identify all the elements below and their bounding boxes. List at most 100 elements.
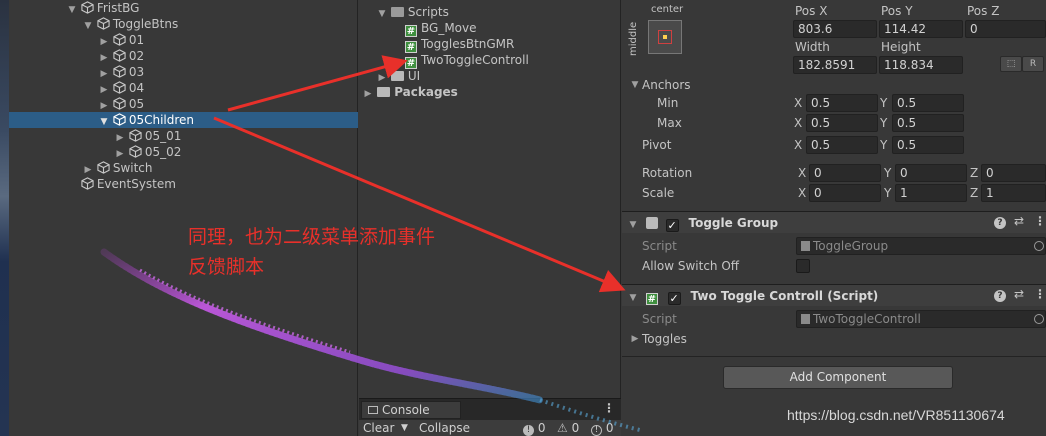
rotation-x-field[interactable]: 0 [809,164,881,182]
add-component-button[interactable]: Add Component [723,366,953,389]
scale-x-field[interactable]: 0 [809,184,881,202]
script-field[interactable]: TwoToggleControll [796,310,1046,328]
component-enabled-checkbox[interactable]: ✓ [667,292,681,305]
presets-icon[interactable]: ⇄ [1014,214,1024,228]
anchor-max-x-label: X [794,116,803,130]
csharp-script-icon: # [645,293,658,305]
rotation-y-field[interactable]: 0 [895,164,967,182]
rotation-z-field[interactable]: 0 [981,164,1046,182]
toggle-group-header[interactable]: ▼ ✓ Toggle Group [622,211,1046,233]
foldout-open-icon[interactable]: ▼ [377,6,387,22]
pivot-x-field[interactable]: 0.5 [806,136,878,154]
file-twotogglecontroll[interactable]: # TwoToggleControll [405,52,529,69]
pos-x-field[interactable]: 803.6 [793,20,877,38]
raw-edit-button[interactable]: R [1022,56,1044,72]
pivot-label: Pivot [642,138,672,152]
hierarchy-item-fristbg[interactable]: ▼ FristBG [9,0,358,16]
warning-toggle[interactable]: ⚠ 0 [557,421,579,436]
pivot-y-field[interactable]: 0.5 [892,136,964,154]
hierarchy-item-eventsystem[interactable]: EventSystem [9,176,358,192]
gameobject-icon [81,177,94,190]
file-togglesbtngmr[interactable]: # TogglesBtnGMR [405,36,514,53]
annotation-line-1: 同理，也为二级菜单添加事件 [188,226,436,248]
info-toggle[interactable]: ! 0 [523,421,545,436]
hierarchy-item-label: EventSystem [96,177,176,191]
hierarchy-panel: ▼ FristBG ▼ ToggleBtns ▶ 01 ▶ 02 ▶ 03 ▶ … [9,0,358,436]
width-field[interactable]: 182.8591 [793,56,877,74]
anchor-max-x-field[interactable]: 0.5 [806,114,878,132]
more-options-icon[interactable]: ⋮ [1034,287,1046,301]
height-field[interactable]: 118.834 [879,56,963,74]
height-label: Height [881,40,921,54]
hierarchy-item-05[interactable]: ▶ 05 [9,96,358,112]
clear-button[interactable]: Clear [363,421,394,436]
anchor-presets-button[interactable] [648,20,682,54]
script-field[interactable]: ToggleGroup [796,237,1046,255]
component-enabled-checkbox[interactable]: ✓ [665,219,679,232]
anchor-max-label: Max [657,116,682,130]
folder-icon [390,71,404,81]
pos-y-field[interactable]: 114.42 [879,20,963,38]
foldout-closed-icon[interactable]: ▶ [363,86,373,102]
object-picker-icon[interactable] [1034,241,1044,251]
console-icon [368,406,378,414]
anchor-max-y-label: Y [880,116,888,130]
folder-ui[interactable]: ▶ UI [377,68,421,84]
hierarchy-item-05-02[interactable]: ▶ 05_02 [9,144,358,160]
hierarchy-item-togglebtns[interactable]: ▼ ToggleBtns [9,16,358,32]
hierarchy-item-05children[interactable]: ▼ 05Children [9,112,358,128]
file-bg-move[interactable]: # BG_Move [405,20,477,37]
tab-console[interactable]: Console [361,401,461,419]
scale-y-field[interactable]: 1 [895,184,967,202]
more-options-icon[interactable]: ⋮ [1034,214,1046,228]
foldout-open-icon[interactable]: ▼ [628,287,638,309]
foldout-open-icon[interactable]: ▼ [628,214,638,236]
script-asset-icon [801,314,810,324]
script-field-value: ToggleGroup [813,239,889,253]
width-label: Width [795,40,830,54]
collapse-button[interactable]: Collapse [419,421,470,436]
foldout-open-icon[interactable]: ▼ [630,80,640,90]
help-icon[interactable]: ? [994,290,1006,302]
project-panel: ▼ Scripts # BG_Move # TogglesBtnGMR # TwoTo… [359,0,621,398]
hierarchy-item-label: FristBG [96,1,140,15]
gameobject-icon [113,113,126,126]
two-toggle-controll-header[interactable]: ▼ # ✓ Two Toggle Controll (Script) [622,284,1046,306]
clear-dropdown-icon[interactable]: ▼ [401,421,408,436]
hierarchy-item-label: 05 [128,97,145,111]
allow-switch-off-checkbox[interactable]: ✓ [796,259,810,273]
hierarchy-item-label: Switch [112,161,153,175]
more-options-icon[interactable]: ⋮ [603,401,615,415]
allow-switch-off-label: Allow Switch Off [642,259,740,273]
anchor-preset-v-label: middle [628,21,639,56]
error-toggle[interactable]: ! 0 [591,421,613,436]
presets-icon[interactable]: ⇄ [1014,287,1024,301]
console-panel: Console ⋮ Clear ▼ Collapse ! 0 ⚠ 0 ! 0 [359,398,621,436]
gameobject-icon [129,145,142,158]
blueprint-mode-button[interactable]: ⬚ [1000,56,1022,72]
folder-scripts[interactable]: ▼ Scripts [377,4,449,20]
anchor-min-x-field[interactable]: 0.5 [806,94,878,112]
hierarchy-item-label: 03 [128,65,145,79]
hierarchy-item-02[interactable]: ▶ 02 [9,48,358,64]
scale-z-label: Z [970,186,979,200]
object-picker-icon[interactable] [1034,314,1044,324]
rotation-y-label: Y [884,166,892,180]
annotation-text: 同理，也为二级菜单添加事件 反馈脚本 [188,222,435,282]
anchor-max-y-field[interactable]: 0.5 [892,114,964,132]
pivot-x-label: X [794,138,803,152]
scale-x-label: X [798,186,807,200]
scale-z-field[interactable]: 1 [981,184,1046,202]
help-icon[interactable]: ? [994,217,1006,229]
hierarchy-item-01[interactable]: ▶ 01 [9,32,358,48]
hierarchy-item-05-01[interactable]: ▶ 05_01 [9,128,358,144]
pos-z-field[interactable]: 0 [965,20,1046,38]
pos-x-label: Pos X [795,4,828,18]
pivot-y-label: Y [880,138,888,152]
hierarchy-item-switch[interactable]: ▶ Switch [9,160,358,176]
foldout-closed-icon[interactable]: ▶ [630,334,640,344]
hierarchy-item-03[interactable]: ▶ 03 [9,64,358,80]
hierarchy-item-04[interactable]: ▶ 04 [9,80,358,96]
anchor-min-y-field[interactable]: 0.5 [892,94,964,112]
folder-packages[interactable]: ▶ Packages [363,84,458,100]
